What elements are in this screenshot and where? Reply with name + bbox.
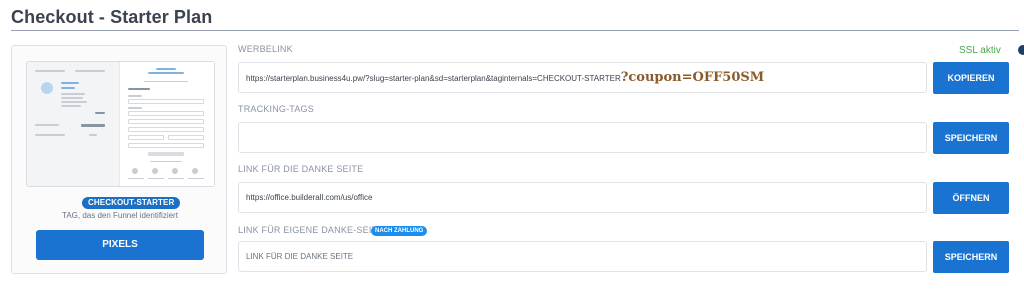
open-button[interactable]: ÖFFNEN	[933, 182, 1009, 214]
funnel-preview-panel: CHECKOUT-STARTER TAG, das den Funnel ide…	[11, 45, 227, 274]
werbelink-url: https://starterplan.business4u.pw/?slug=…	[246, 74, 621, 83]
custom-thank-you-label: LINK FÜR EIGENE DANKE-SEITE	[238, 225, 384, 235]
werbelink-label: WERBELINK	[238, 44, 293, 54]
checkout-page-thumbnail[interactable]	[26, 61, 215, 187]
save-custom-thank-you-button[interactable]: SPEICHERN	[933, 241, 1009, 273]
thumbnail-right-column	[119, 62, 214, 186]
thumbnail-left-column	[27, 62, 119, 186]
pixels-button[interactable]: PIXELS	[36, 230, 204, 260]
ssl-status: SSL aktiv	[959, 45, 1001, 56]
save-tracking-button[interactable]: SPEICHERN	[933, 122, 1009, 154]
info-icon[interactable]	[1018, 45, 1024, 55]
copy-button[interactable]: KOPIEREN	[933, 62, 1009, 94]
thank-you-link-field[interactable]: https://office.builderall.com/us/office	[238, 182, 927, 213]
tracking-tags-label: TRACKING-TAGS	[238, 104, 314, 114]
werbelink-field[interactable]: https://starterplan.business4u.pw/?slug=…	[238, 62, 927, 93]
after-payment-badge: NACH ZAHLUNG	[371, 226, 428, 236]
tag-description: TAG, das den Funnel identifiziert	[62, 211, 178, 220]
page-title: Checkout - Starter Plan	[11, 7, 213, 27]
thank-you-link-label: LINK FÜR DIE DANKE SEITE	[238, 164, 364, 174]
coupon-code: ?coupon=OFF50SM	[620, 70, 765, 85]
custom-thank-you-input[interactable]: LINK FÜR DIE DANKE SEITE	[238, 241, 927, 272]
title-divider	[11, 30, 1019, 31]
tracking-tags-input[interactable]	[238, 122, 927, 153]
custom-thank-you-placeholder: LINK FÜR DIE DANKE SEITE	[246, 252, 354, 261]
tag-badge: CHECKOUT-STARTER	[82, 197, 181, 209]
